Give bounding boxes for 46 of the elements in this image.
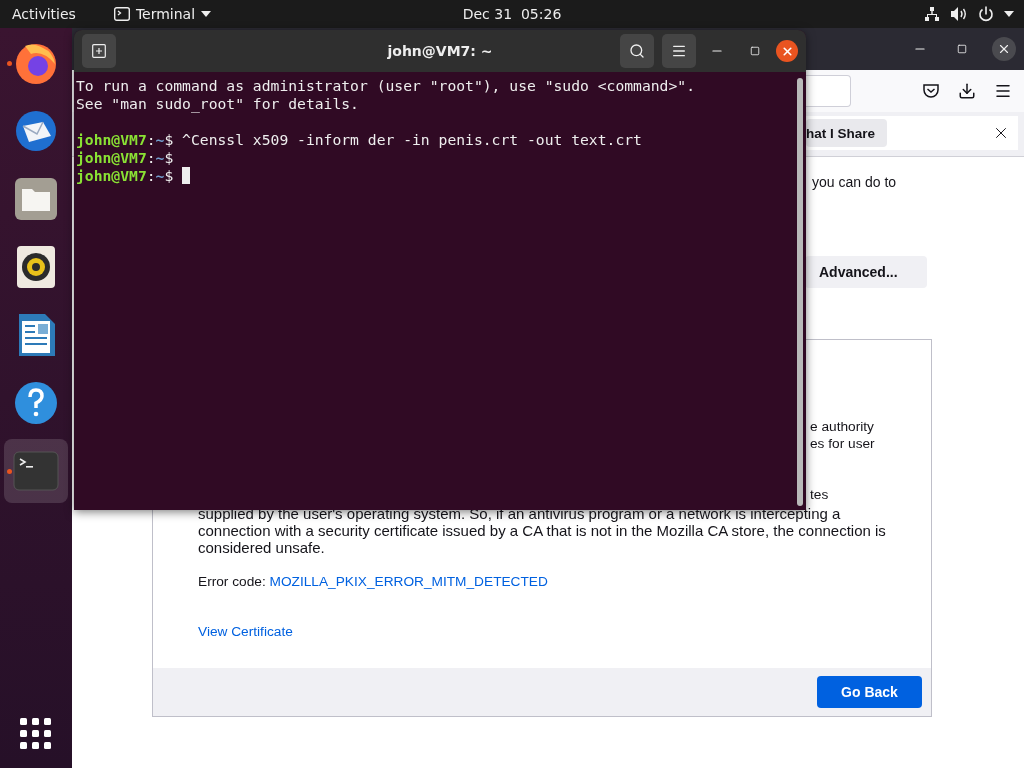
address-field[interactable]	[806, 75, 851, 107]
terminal-line: john@VM7:~$ ^Censsl x509 -inform der -in penis.crt -out text.crt	[76, 131, 642, 149]
volume-icon[interactable]	[950, 6, 968, 22]
error-code-text: Error code: MOZILLA_PKIX_ERROR_MITM_DETECTED	[198, 573, 549, 590]
advanced-button[interactable]: Advanced...	[805, 256, 927, 288]
pocket-icon[interactable]	[922, 82, 940, 100]
menu-button[interactable]	[662, 34, 696, 68]
power-icon[interactable]	[978, 6, 994, 22]
details-text: e authority	[810, 418, 875, 435]
notification-button[interactable]: hat I Share	[806, 119, 888, 147]
menu-icon[interactable]	[994, 82, 1012, 100]
terminal-icon	[13, 451, 59, 491]
terminal-line: john@VM7:~$	[76, 149, 174, 167]
network-icon[interactable]	[924, 6, 940, 22]
folder-icon	[13, 176, 59, 222]
close-button[interactable]	[992, 37, 1016, 61]
terminal-icon	[113, 7, 130, 21]
view-certificate-link[interactable]: View Certificate	[198, 623, 293, 640]
show-apps-icon[interactable]	[18, 716, 54, 752]
window-title: john@VM7: ~	[387, 43, 493, 59]
go-back-button[interactable]: Go Back	[817, 676, 922, 708]
details-text: tes	[810, 486, 830, 503]
app-menu[interactable]: Terminal	[103, 6, 222, 22]
close-button[interactable]	[776, 40, 798, 62]
menu-icon	[671, 43, 687, 59]
activities-button[interactable]: Activities	[0, 6, 88, 22]
caret-icon	[201, 11, 212, 17]
caret-icon[interactable]	[1004, 11, 1014, 17]
plus-icon	[92, 44, 106, 58]
mail-icon	[13, 108, 59, 154]
page-text: you can do to	[812, 174, 898, 190]
restore-icon	[957, 44, 967, 54]
details-text: es for user	[810, 435, 876, 452]
search-button[interactable]	[620, 34, 654, 68]
new-tab-button[interactable]	[82, 34, 116, 68]
maximize-icon	[750, 46, 760, 56]
close-icon	[780, 44, 794, 58]
download-icon[interactable]	[958, 82, 976, 100]
help-icon	[13, 380, 59, 426]
search-icon	[629, 43, 645, 59]
terminal-line: See "man sudo_root" for details.	[76, 95, 359, 113]
clock: Dec 31 05:26	[462, 6, 562, 22]
terminal-line: To run a command as administrator (user "root"), use "sudo <command>".	[76, 77, 695, 95]
error-code-link[interactable]: MOZILLA_PKIX_ERROR_MITM_DETECTED	[269, 574, 548, 589]
close-icon	[997, 42, 1011, 56]
terminal-line: john@VM7:~$	[76, 167, 174, 185]
